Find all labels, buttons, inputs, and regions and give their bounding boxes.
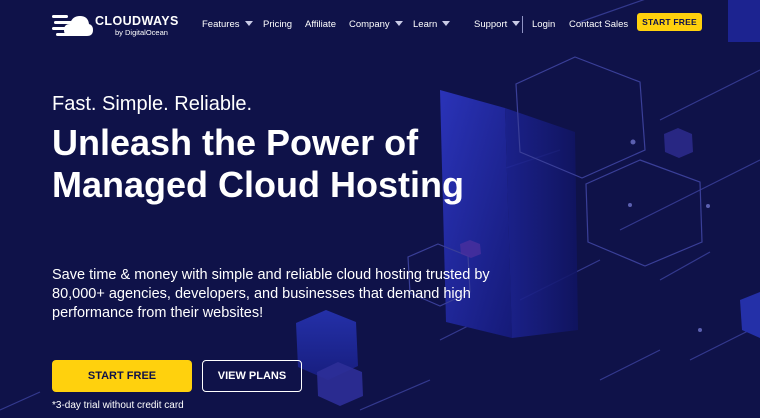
nav-item-support[interactable]: Support (474, 19, 521, 30)
chevron-down-icon (244, 20, 253, 26)
hero-headline: Unleash the Power of Managed Cloud Hosti… (52, 122, 464, 205)
nav-divider (522, 16, 523, 33)
brand-logo[interactable]: CLOUDWAYS by DigitalOcean (52, 12, 178, 38)
hero-description: Save time & money with simple and reliab… (52, 267, 490, 321)
nav-item-learn[interactable]: Learn (413, 19, 451, 30)
brand-name: CLOUDWAYS (95, 14, 179, 28)
view-plans-button[interactable]: VIEW PLANS (202, 360, 302, 392)
nav-item-label: Company (349, 19, 390, 30)
nav-item-label: Support (474, 19, 508, 30)
chevron-down-icon (512, 20, 521, 26)
chevron-down-icon (442, 20, 451, 26)
nav-start-free-button[interactable]: START FREE (637, 13, 702, 31)
nav-item-label: Features (202, 19, 240, 30)
nav-item-features[interactable]: Features (202, 19, 253, 30)
nav-item-contact-sales[interactable]: Contact Sales (569, 19, 628, 30)
top-navigation: CLOUDWAYS by DigitalOcean Features Prici… (0, 0, 760, 50)
nav-item-company[interactable]: Company (349, 19, 403, 30)
nav-item-pricing[interactable]: Pricing (263, 19, 292, 30)
hero-background-graphic (0, 0, 760, 411)
cloud-logo-icon (52, 15, 93, 36)
hero-tagline: Fast. Simple. Reliable. (52, 93, 253, 115)
trial-note: *3-day trial without credit card (52, 400, 184, 411)
nav-item-affiliate[interactable]: Affiliate (305, 19, 336, 30)
start-free-button[interactable]: START FREE (52, 360, 192, 392)
chevron-down-icon (394, 20, 403, 26)
brand-subtitle: by DigitalOcean (115, 28, 168, 37)
nav-item-label: Learn (413, 19, 438, 30)
nav-item-login[interactable]: Login (532, 19, 555, 30)
